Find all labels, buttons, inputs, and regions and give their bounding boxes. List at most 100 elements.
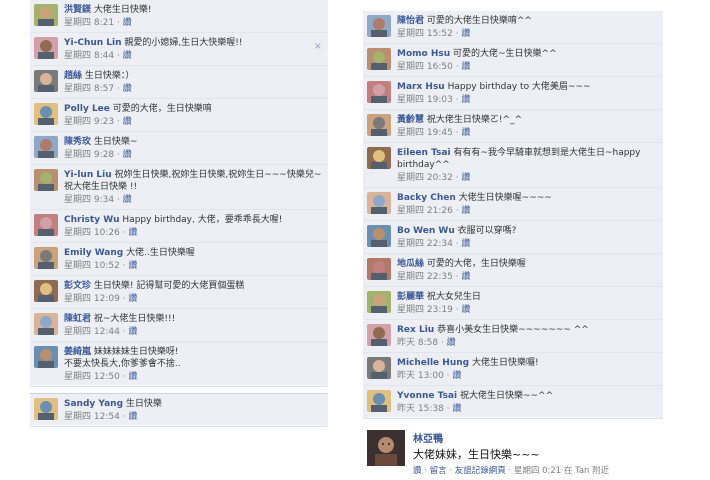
comment-author-link[interactable]: Yi-Chun Lin [64,38,122,48]
friendship-link[interactable]: 友誼記錄網頁 [455,466,506,476]
comment-timestamp[interactable]: 星期四 12:50 [64,372,120,382]
avatar-photo-icon[interactable] [367,258,391,280]
avatar-photo-icon[interactable] [367,48,391,70]
comment-timestamp[interactable]: 星期四 12:44 [64,327,120,337]
comment-timestamp[interactable]: 星期四 15:52 [397,29,453,39]
like-link[interactable]: 讚 [123,51,132,61]
comment-author-link[interactable]: 彭麗華 [397,292,424,302]
avatar-photo-icon[interactable] [34,169,58,191]
avatar-photo-icon[interactable] [34,103,58,125]
like-link[interactable]: 讚 [123,84,132,94]
like-link[interactable]: 讚 [461,62,470,72]
comment-author-link[interactable]: 陳虹君 [64,314,91,324]
comment-author-link[interactable]: Michelle Hung [397,358,469,368]
comment-timestamp[interactable]: 星期四 19:45 [397,128,453,138]
comment-author-link[interactable]: Momo Hsu [397,49,450,59]
like-link[interactable]: 讚 [461,173,470,183]
avatar-photo-icon[interactable] [34,280,58,302]
like-link[interactable]: 讚 [128,228,137,238]
like-link[interactable]: 讚 [461,305,470,315]
avatar-photo-icon[interactable] [34,4,58,26]
comment-timestamp[interactable]: 昨天 8:58 [397,338,438,348]
like-link[interactable]: 讚 [452,371,461,381]
comment-author-link[interactable]: Christy Wu [64,215,120,225]
comment-author-link[interactable]: 陳秀玫 [64,137,91,147]
avatar-photo-icon[interactable] [367,15,391,37]
comment-author-link[interactable]: Polly Lee [64,104,110,114]
like-link[interactable]: 讚 [461,206,470,216]
comment-timestamp[interactable]: 星期四 8:21 [64,18,114,28]
avatar-photo-icon[interactable] [34,247,58,269]
avatar-photo-icon[interactable] [367,147,391,169]
avatar-photo-icon[interactable] [367,114,391,136]
comment-timestamp[interactable]: 星期四 10:52 [64,261,120,271]
like-link[interactable]: 讚 [128,294,137,304]
comment-author-link[interactable]: 地瓜絲 [397,259,424,269]
comment-author-link[interactable]: Sandy Yang [64,399,123,409]
comment-timestamp[interactable]: 星期四 22:34 [397,239,453,249]
like-link[interactable]: 讚 [461,29,470,39]
comment-timestamp[interactable]: 昨天 13:00 [397,371,444,381]
like-link[interactable]: 讚 [461,128,470,138]
comment-timestamp[interactable]: 星期四 12:09 [64,294,120,304]
like-link[interactable]: 讚 [123,195,132,205]
comment-author-link[interactable]: 陳怡君 [397,16,424,26]
comment-timestamp[interactable]: 星期四 9:34 [64,195,114,205]
comment-timestamp[interactable]: 星期四 16:50 [397,62,453,72]
avatar-photo-icon[interactable] [34,37,58,59]
comment-author-link[interactable]: Yvonne Tsai [397,391,457,401]
comment-author-link[interactable]: Bo Wen Wu [397,226,455,236]
like-link[interactable]: 讚 [461,272,470,282]
avatar-photo-icon[interactable] [34,136,58,158]
like-link[interactable]: 讚 [128,261,137,271]
like-link[interactable]: 讚 [123,117,132,127]
comment-timestamp[interactable]: 星期四 9:23 [64,117,114,127]
avatar-photo-icon[interactable] [367,225,391,247]
avatar-photo-icon[interactable] [367,390,391,412]
comment-author-link[interactable]: Yi-lun Liu [64,170,112,180]
comment-author-link[interactable]: Marx Hsu [397,82,445,92]
comment-author-link[interactable]: Backy Chen [397,193,456,203]
like-link[interactable]: 讚 [128,327,137,337]
comment-author-link[interactable]: 姜綺嵐 [64,347,91,357]
avatar-photo-icon[interactable] [367,357,391,379]
comment-timestamp[interactable]: 星期四 8:57 [64,84,114,94]
comment-timestamp[interactable]: 星期四 19:03 [397,95,453,105]
like-link[interactable]: 讚 [461,95,470,105]
like-link[interactable]: 讚 [123,18,132,28]
comment-timestamp[interactable]: 星期四 23:19 [397,305,453,315]
avatar-photo-icon[interactable] [367,324,391,346]
comment-author-link[interactable]: Emily Wang [64,248,123,258]
avatar-photo-icon[interactable] [367,291,391,313]
post-author[interactable]: 林亞鴨 [413,430,443,445]
comment-timestamp[interactable]: 星期四 22:35 [397,272,453,282]
like-link[interactable]: 讚 [413,466,422,476]
comment-link[interactable]: 留言 [430,466,447,476]
avatar-photo-icon[interactable] [34,398,58,420]
like-link[interactable]: 讚 [123,150,132,160]
comment-timestamp[interactable]: 星期四 21:26 [397,206,453,216]
comment-author-link[interactable]: Rex Liu [397,325,434,335]
avatar-photo-icon[interactable] [34,346,58,368]
comment-timestamp[interactable]: 星期四 20:32 [397,173,453,183]
comment-timestamp[interactable]: 星期四 10:26 [64,228,120,238]
avatar-photo-icon[interactable] [34,313,58,335]
like-link[interactable]: 讚 [452,404,461,414]
avatar-photo-icon[interactable] [367,81,391,103]
comment-timestamp[interactable]: 星期四 9:28 [64,150,114,160]
comment-timestamp[interactable]: 星期四 8:44 [64,51,114,61]
comment-author-link[interactable]: 黃齡慧 [397,115,424,125]
avatar-photo-icon[interactable] [367,430,405,466]
comment-author-link[interactable]: 洪賢鎂 [64,5,91,15]
comment-author-link[interactable]: 彭文珍 [64,281,91,291]
close-icon[interactable]: × [314,41,322,52]
avatar-photo-icon[interactable] [34,70,58,92]
comment-author-link[interactable]: Eileen Tsai [397,148,451,158]
like-link[interactable]: 讚 [447,338,456,348]
comment-timestamp[interactable]: 星期四 12:54 [64,412,120,422]
avatar-photo-icon[interactable] [34,214,58,236]
comment-timestamp[interactable]: 昨天 15:38 [397,404,444,414]
like-link[interactable]: 讚 [128,412,137,422]
comment-author-link[interactable]: 趙絲 [64,71,82,81]
like-link[interactable]: 讚 [128,372,137,382]
